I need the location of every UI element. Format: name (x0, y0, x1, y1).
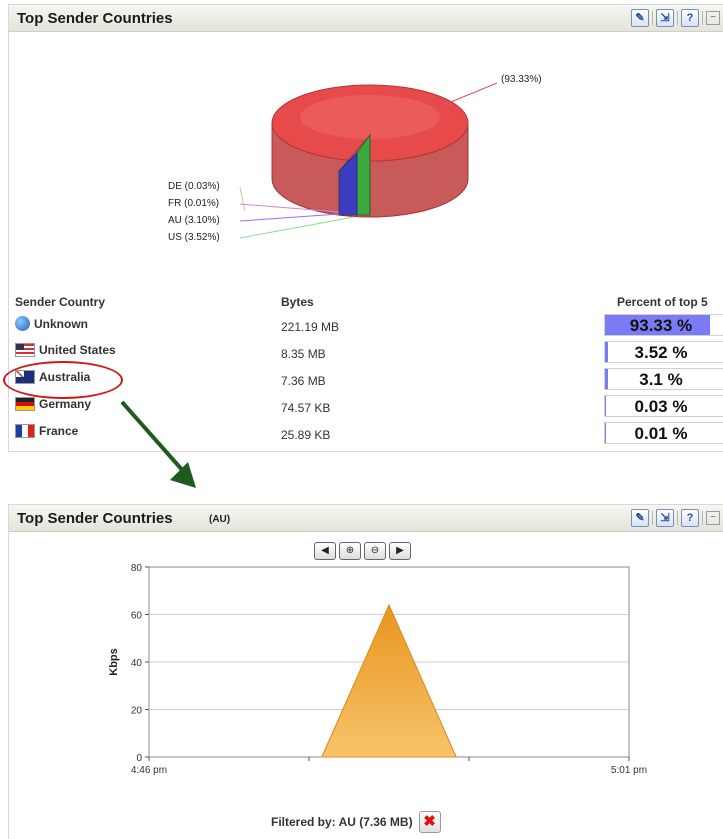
panel-toolbar: ✎ ⇲ ? − (631, 9, 720, 27)
column-header-country[interactable]: Sender Country (15, 295, 105, 309)
y-tick-label: 0 (136, 753, 142, 764)
y-tick-label: 40 (131, 658, 143, 669)
y-tick-label: 60 (131, 611, 143, 622)
percent-value: 93.33 % (629, 316, 693, 335)
x-tick-label: 5:01 pm (611, 765, 647, 776)
leader-line-au (239, 213, 340, 222)
percent-cell: 0.03 % (604, 395, 723, 417)
percent-value: 0.01 % (634, 424, 688, 443)
help-icon[interactable]: ? (681, 9, 699, 27)
bytes-cell: 8.35 MB (281, 347, 326, 361)
country-cell[interactable]: Germany (15, 397, 91, 411)
filter-bar: Filtered by: AU (7.36 MB) ✖ (271, 811, 441, 833)
percent-cell: 3.1 % (604, 368, 723, 390)
fr-flag-icon (15, 424, 35, 438)
x-tick-label: 4:46 pm (131, 765, 167, 776)
column-header-bytes[interactable]: Bytes (281, 295, 314, 309)
bytes-cell: 74.57 KB (281, 401, 331, 415)
toolbar-divider (652, 11, 653, 25)
pie-chart (239, 82, 498, 239)
panel-titlebar: Top Sender Countries ✎ ⇲ ? − (9, 5, 723, 32)
country-name[interactable]: United States (39, 343, 116, 357)
column-header-percent[interactable]: Percent of top 5 (617, 295, 708, 309)
table-row[interactable]: United States 8.35 MB 3.52 % (9, 339, 723, 366)
pie-top-highlight (300, 95, 440, 139)
y-tick-label: 20 (131, 706, 143, 717)
country-cell[interactable]: United States (15, 343, 116, 357)
pie-label-fr: FR (0.01%) (168, 198, 220, 209)
pie-label-de: DE (0.03%) (168, 181, 220, 192)
filter-text: Filtered by: AU (7.36 MB) (271, 815, 413, 829)
de-flag-icon (15, 397, 35, 411)
panel-title: Top Sender Countries (17, 10, 173, 27)
country-cell[interactable]: France (15, 424, 78, 438)
y-axis-label: Kbps (108, 648, 120, 676)
bytes-cell: 25.89 KB (281, 428, 331, 442)
table-row[interactable]: Germany 74.57 KB 0.03 % (9, 393, 723, 420)
us-flag-icon (15, 343, 35, 357)
highlight-oval (3, 361, 123, 399)
toolbar-divider (702, 11, 703, 25)
clear-filter-icon[interactable]: ✖ (418, 811, 441, 833)
export-icon[interactable]: ⇲ (656, 9, 674, 27)
country-name[interactable]: France (39, 424, 78, 438)
percent-value: 3.1 % (639, 370, 683, 389)
country-name[interactable]: Germany (39, 397, 91, 411)
country-name[interactable]: Unknown (34, 317, 88, 331)
y-tick-label: 80 (131, 563, 143, 574)
percent-cell: 0.01 % (604, 422, 723, 444)
top-sender-countries-au-panel: Top Sender Countries (AU) ✎ ⇲ ? − ◀ ⊕ ⊖ … (8, 504, 723, 839)
bytes-cell: 221.19 MB (281, 320, 340, 334)
percent-value: 3.52 % (634, 343, 688, 362)
table-row[interactable]: Unknown 221.19 MB 93.33 % (9, 312, 723, 339)
edit-icon[interactable]: ✎ (631, 9, 649, 27)
minimize-icon[interactable]: − (706, 11, 720, 25)
percent-cell: 93.33 % (604, 314, 723, 336)
leader-line-de (239, 186, 246, 212)
traffic-area-chart: 0 20 40 60 80 4:46 pm 5:01 pm Kbps (108, 563, 647, 776)
globe-icon (15, 316, 30, 331)
country-cell[interactable]: Unknown (15, 316, 88, 331)
pie-label-unknown: (93.33%) (501, 74, 542, 85)
percent-cell: 3.52 % (604, 341, 723, 363)
bytes-cell: 7.36 MB (281, 374, 326, 388)
table-row[interactable]: France 25.89 KB 0.01 % (9, 420, 723, 447)
percent-value: 0.03 % (634, 397, 688, 416)
toolbar-divider (677, 11, 678, 25)
pie-label-au: AU (3.10%) (168, 215, 220, 226)
pie-label-us: US (3.52%) (168, 232, 220, 243)
